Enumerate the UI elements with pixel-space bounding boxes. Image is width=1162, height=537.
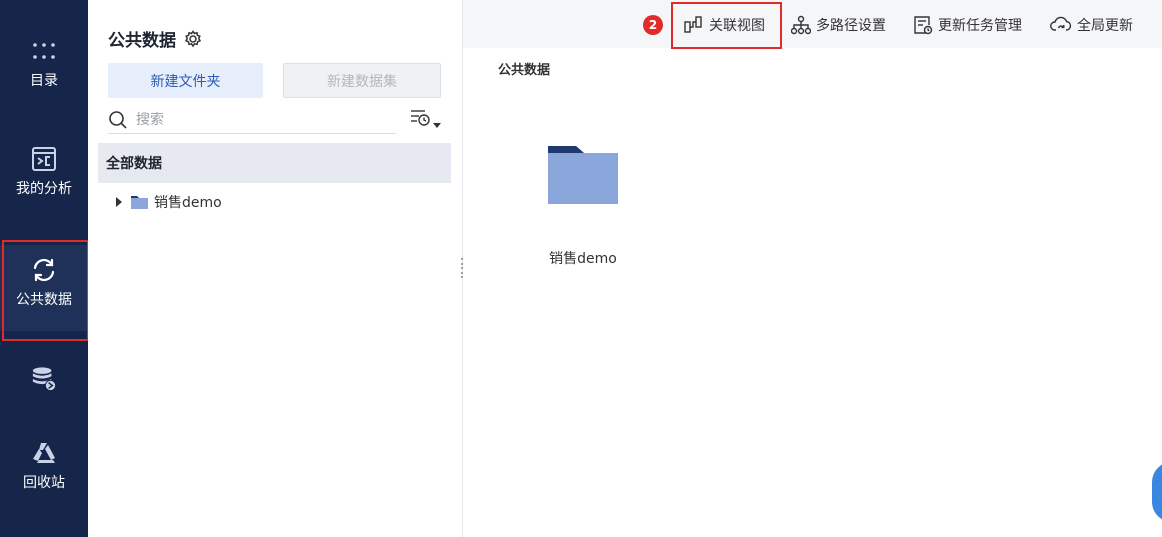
folder-label: 销售demo — [549, 251, 617, 267]
database-icon — [31, 366, 57, 392]
hierarchy-icon — [791, 15, 811, 35]
analysis-doc-icon — [31, 146, 57, 172]
tree-item-label: 销售demo — [154, 195, 222, 211]
caret-right-icon[interactable] — [116, 197, 122, 207]
highlight-box-relation-view — [671, 2, 782, 49]
breadcrumb: 公共数据 — [498, 63, 551, 78]
sort-filter-button[interactable] — [410, 108, 444, 132]
multi-path-settings-button[interactable]: 多路径设置 — [791, 14, 886, 36]
new-dataset-button[interactable]: 新建数据集 — [283, 63, 441, 98]
panel-title: 公共数据 — [108, 26, 202, 51]
floating-assistant-button[interactable] — [1152, 462, 1162, 522]
panel-resize-handle[interactable] — [459, 258, 465, 278]
cloud-refresh-icon — [1050, 15, 1072, 35]
panel-title-text: 公共数据 — [108, 31, 176, 51]
search-icon — [108, 110, 128, 130]
global-update-button[interactable]: 全局更新 — [1050, 14, 1133, 36]
search-box — [108, 106, 396, 134]
toolbar-label: 多路径设置 — [816, 18, 886, 34]
nav-label: 我的分析 — [16, 181, 72, 197]
highlight-box-public-data — [2, 240, 89, 341]
nav-item-recycle[interactable]: 回收站 — [0, 440, 88, 492]
nav-item-my-analysis[interactable]: 我的分析 — [0, 146, 88, 198]
toolbar-label: 全局更新 — [1077, 18, 1133, 34]
task-doc-icon — [913, 15, 933, 35]
folder-icon — [131, 195, 148, 209]
chevron-down-icon — [433, 122, 441, 128]
search-input[interactable] — [136, 111, 376, 128]
nav-item-data-source[interactable] — [0, 366, 88, 400]
annotation-badge-2: 2 — [643, 15, 663, 35]
tree-root-all-data[interactable]: 全部数据 — [98, 143, 451, 183]
nav-label: 目录 — [30, 73, 58, 89]
recycle-icon — [31, 440, 57, 466]
toolbar-label: 更新任务管理 — [938, 18, 1022, 34]
data-tree-panel: 公共数据 新建文件夹 新建数据集 全部数据 — [88, 0, 463, 537]
nav-label: 回收站 — [23, 475, 65, 491]
new-folder-button[interactable]: 新建文件夹 — [108, 63, 263, 98]
update-task-management-button[interactable]: 更新任务管理 — [913, 14, 1022, 36]
nav-item-catalog[interactable]: 目录 — [0, 38, 88, 90]
folder-icon — [548, 140, 618, 208]
gear-icon[interactable] — [184, 29, 202, 48]
grid-dots-icon — [31, 38, 57, 64]
folder-tile[interactable]: 销售demo — [538, 140, 628, 268]
tree-item[interactable]: 销售demo — [116, 190, 222, 214]
sort-clock-icon — [410, 108, 432, 132]
